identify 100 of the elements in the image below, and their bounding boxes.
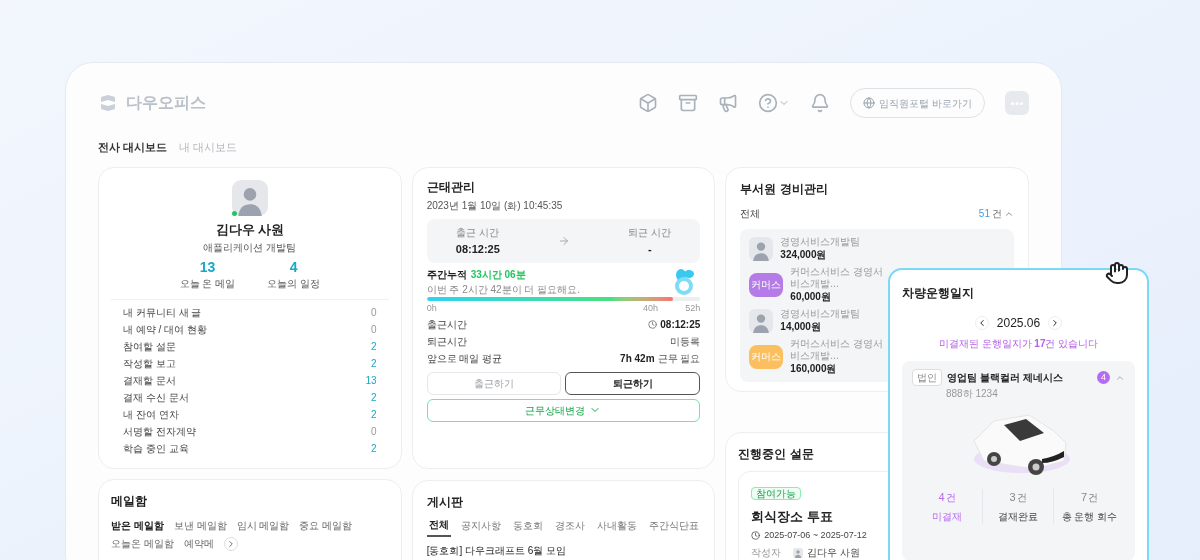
user-team: 애플리케이션 개발팀 <box>203 240 297 255</box>
clock-icon <box>648 319 658 329</box>
detail-label: 앞으로 매일 평균 <box>426 351 503 366</box>
help-menu[interactable] <box>758 93 791 113</box>
total-count: 51 <box>978 207 990 221</box>
detail-value: 08:12:25 <box>660 317 701 332</box>
clock-out-label: 퇴근 시간 <box>628 225 672 240</box>
dashboard-tab[interactable]: 전사 대시보드 <box>98 139 168 156</box>
mail-tab[interactable]: 오늘온 메일함 <box>111 536 174 551</box>
stat-unit: 건 <box>1088 491 1099 505</box>
user-name: 김다우 사원 <box>215 221 285 239</box>
work-status-button[interactable]: 근무상태변경 <box>426 398 701 422</box>
stat-label: 총 운행 회수 <box>1061 509 1118 524</box>
vehicle-plate: 888하 1234 <box>946 387 998 401</box>
summary-label: 내 커뮤니티 새 글 <box>123 305 202 320</box>
mail-tab[interactable]: 중요 메일함 <box>299 518 353 533</box>
post-title[interactable]: [동호회] 다우크래프트 6월 모임 <box>426 543 567 558</box>
expense-dept: 커머스서비스 경영서비스개발... <box>790 338 885 362</box>
summary-label: 내 잔여 연차 <box>123 407 179 422</box>
avatar-silhouette <box>749 308 774 333</box>
survey-name: 회식장소 투표 <box>751 508 833 526</box>
card-title: 부서원 경비관리 <box>740 181 828 198</box>
detail-label: 퇴근시간 <box>426 334 467 349</box>
summary-count: 0 <box>371 305 377 320</box>
expense-amount: 14,000원 <box>780 320 822 333</box>
weekly-label: 주간누적 <box>426 268 467 282</box>
stat-label: 결재완료 <box>998 509 1038 524</box>
summary-count: 2 <box>371 407 377 422</box>
mail-tab[interactable]: 받은 메일함 <box>111 518 164 533</box>
expense-amount: 60,000원 <box>790 290 832 303</box>
stat-value: 4 <box>289 258 298 276</box>
board-tab[interactable]: 주간식단표 <box>646 517 701 537</box>
board-tab[interactable]: 경조사 <box>552 517 587 537</box>
stat-value: 4 <box>938 490 945 505</box>
summary-label: 참여할 설문 <box>123 339 176 354</box>
cube-icon[interactable] <box>638 93 659 113</box>
card-title: 게시판 <box>426 494 463 511</box>
summary-label: 학습 중인 교육 <box>123 441 189 456</box>
logo-text: 다우오피스 <box>126 93 206 113</box>
stat-unit: 건 <box>945 491 956 505</box>
detail-value: 미등록 <box>670 334 701 349</box>
detail-value: 7h 42m <box>620 351 655 366</box>
clock-in-label: 출근 시간 <box>456 225 500 240</box>
stat-value: 13 <box>199 258 216 276</box>
survey-period: 2025-07-06 ~ 2025-07-12 <box>764 528 867 542</box>
card-title: 진행중인 설문 <box>738 446 814 463</box>
board-tab[interactable]: 사내활동 <box>594 517 639 537</box>
card-title: 차량운행일지 <box>902 285 974 302</box>
mail-tab[interactable]: 예약메 <box>183 536 214 551</box>
expense-amount: 324,000원 <box>780 248 828 261</box>
arrow-right-icon <box>558 235 571 247</box>
megaphone-icon[interactable] <box>718 93 739 113</box>
summary-count: 2 <box>371 356 377 371</box>
vehicle-name: 영업팀 블랙컬러 제네시스 <box>947 371 1063 385</box>
summary-count: 2 <box>371 390 377 405</box>
stat-label: 오늘의 일정 <box>267 276 320 291</box>
count-unit: 건 <box>992 207 1002 221</box>
attendance-button[interactable]: 퇴근하기 <box>565 371 701 395</box>
expense-dept: 커머스서비스 경영서비스개발... <box>790 266 885 290</box>
status-tag: 참여가능 <box>751 487 802 500</box>
current-datetime: 2023년 1월 10일 (화) 10:45:35 <box>426 199 563 213</box>
avatar-silhouette <box>749 236 774 261</box>
stat-label: 미결재 <box>932 509 962 524</box>
pending-notice: 미결재된 운행일지가 17건 있습니다 <box>938 337 1099 351</box>
summary-count: 0 <box>371 322 377 337</box>
weekly-note: 이번 주 2시간 42분이 더 필요해요. <box>426 283 580 297</box>
board-tab[interactable]: 전체 <box>426 517 451 537</box>
stat-value: 7 <box>1080 490 1088 505</box>
current-month: 2025.06 <box>996 315 1041 332</box>
board-tab[interactable]: 공지사항 <box>458 517 503 537</box>
stat-label: 오늘 온 메일 <box>179 276 236 291</box>
detail-suffix: 근무 필요 <box>657 351 701 366</box>
author-label: 작성자 <box>751 546 782 560</box>
vehicle-log-dialog[interactable]: 차량운행일지 2025.06 미결재된 운행일지가 17건 있습니다 법인 영업팀 블랙컬러 제네시스 4 888하 1234 4건 미결재 3 건 결재완료 7건 총 운행 회수 <box>888 268 1149 560</box>
author-name: 김다우 사원 <box>807 546 861 560</box>
expense-dept: 경영서비스개발팀 <box>780 236 862 248</box>
progress-tick: 0h <box>426 302 437 315</box>
help-icon <box>758 93 779 113</box>
notification-icon[interactable] <box>810 93 831 113</box>
team-badge: 커머스 <box>749 344 784 369</box>
mail-tab[interactable]: 임시 메일함 <box>236 518 290 533</box>
clock-out-value: - <box>647 241 652 257</box>
team-badge: 커머스 <box>749 272 784 297</box>
inbox-icon[interactable] <box>678 93 699 113</box>
hand-cursor-icon <box>1105 261 1129 285</box>
more-button[interactable] <box>1005 91 1029 115</box>
board-tab[interactable]: 동호회 <box>510 517 545 537</box>
weekly-total: 33시간 06분 <box>470 268 526 282</box>
clock-in-value: 08:12:25 <box>455 241 500 257</box>
next-button[interactable] <box>223 536 238 551</box>
logo-icon <box>98 93 118 113</box>
summary-count: 2 <box>371 339 377 354</box>
mail-tab[interactable]: 보낸 메일함 <box>173 518 227 533</box>
expense-amount: 160,000원 <box>790 362 838 375</box>
summary-count: 2 <box>371 441 377 456</box>
filter-label: 전체 <box>740 207 761 221</box>
stat-value: 3 <box>1009 490 1016 505</box>
count-badge: 4 <box>1097 371 1110 384</box>
summary-count: 13 <box>365 373 377 388</box>
progress-tick: 52h <box>685 302 701 315</box>
